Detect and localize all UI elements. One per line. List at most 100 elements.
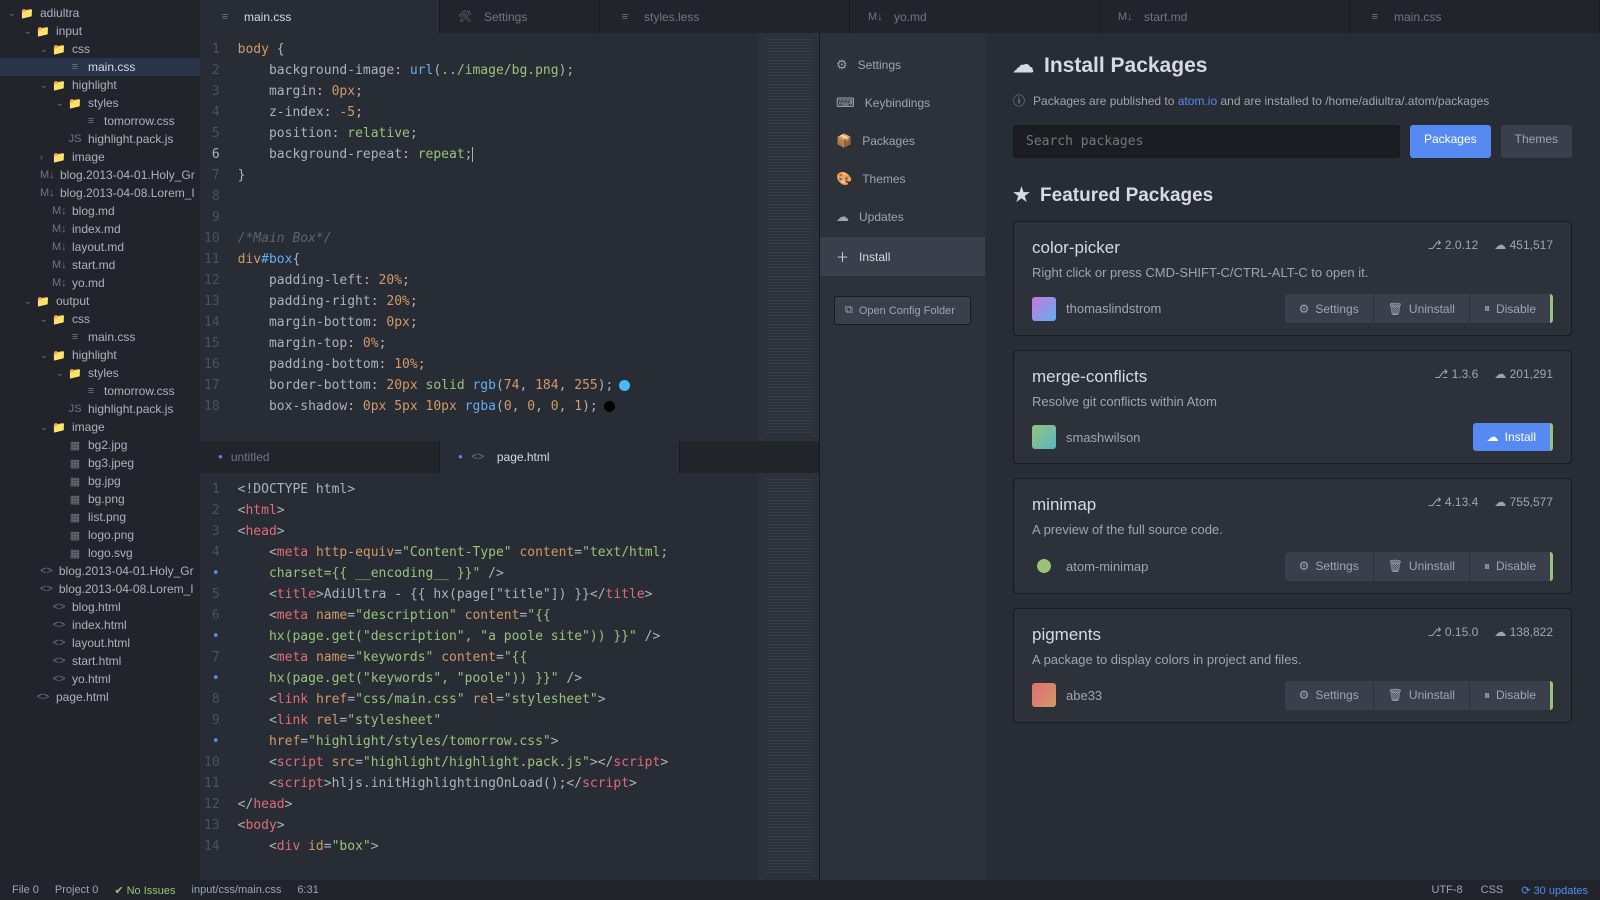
uninstall-button[interactable]: 🗑Uninstall [1374, 681, 1469, 710]
package-author[interactable]: thomaslindstrom [1032, 297, 1161, 321]
file-type-icon: M↓ [868, 11, 882, 23]
tree-file[interactable]: ≡main.css [0, 58, 200, 76]
tree-file[interactable]: <>blog.html [0, 598, 200, 616]
tree-file[interactable]: ≡tomorrow.css [0, 112, 200, 130]
settings-button[interactable]: ⚙Settings [1285, 552, 1373, 581]
tree-file[interactable]: ▦bg2.jpg [0, 436, 200, 454]
tree-file[interactable]: ▦bg.jpg [0, 472, 200, 490]
tree-item-label: blog.2013-04-08.Lorem_I [60, 186, 195, 200]
status-bar: File 0 Project 0 ✔ No Issues input/css/m… [0, 880, 1600, 900]
tree-file[interactable]: <>layout.html [0, 634, 200, 652]
tree-folder[interactable]: ⌄📁highlight [0, 76, 200, 94]
file-tree[interactable]: ⌄📁adiultra⌄📁input⌄📁css≡main.css⌄📁highlig… [0, 0, 200, 880]
settings-nav-themes[interactable]: 🎨Themes [820, 161, 985, 197]
tree-folder[interactable]: ⌄📁input [0, 22, 200, 40]
tree-file[interactable]: ▦logo.svg [0, 544, 200, 562]
chevron-icon: ⌄ [24, 26, 36, 37]
open-config-button[interactable]: ⧉Open Config Folder [834, 296, 971, 325]
status-path[interactable]: input/css/main.css [192, 884, 282, 896]
search-packages-input[interactable] [1013, 125, 1400, 158]
package-card: color-picker⎇ 2.0.12☁ 451,517Right click… [1013, 221, 1572, 336]
tab-label: Settings [484, 10, 527, 24]
tree-file[interactable]: JShighlight.pack.js [0, 400, 200, 418]
tree-file[interactable]: ▦bg3.jpeg [0, 454, 200, 472]
status-cursor-position[interactable]: 6:31 [297, 884, 318, 896]
tree-file[interactable]: M↓blog.2013-04-01.Holy_Gr [0, 166, 200, 184]
editor-main-css[interactable]: 123456789101112131415161718 body { backg… [200, 33, 819, 441]
tree-file[interactable]: M↓blog.md [0, 202, 200, 220]
tree-file[interactable]: ▦logo.png [0, 526, 200, 544]
tree-file[interactable]: <>yo.html [0, 670, 200, 688]
tree-folder[interactable]: ⌄📁styles [0, 94, 200, 112]
settings-nav-settings[interactable]: ⚙Settings [820, 47, 985, 83]
tab[interactable]: ≡main.css [1350, 0, 1600, 33]
tree-file[interactable]: <>start.html [0, 652, 200, 670]
tab[interactable]: untitled [200, 441, 440, 473]
status-language[interactable]: CSS [1481, 884, 1504, 897]
nav-label: Install [859, 250, 890, 264]
sub-tabs: untitled<>page.html [200, 441, 819, 473]
tab[interactable]: 🛠Settings [440, 0, 600, 33]
settings-nav-install[interactable]: ＋Install [820, 237, 985, 276]
disable-button[interactable]: ⏸Disable [1470, 294, 1553, 323]
settings-nav-packages[interactable]: 📦Packages [820, 123, 985, 159]
minimap[interactable] [759, 33, 819, 441]
tree-folder[interactable]: ⌄📁css [0, 40, 200, 58]
tree-folder[interactable]: ⌄📁css [0, 310, 200, 328]
status-encoding[interactable]: UTF-8 [1431, 884, 1462, 897]
tree-file[interactable]: ▦bg.png [0, 490, 200, 508]
tab[interactable]: M↓yo.md [850, 0, 1100, 33]
disable-button[interactable]: ⏸Disable [1470, 552, 1553, 581]
install-button[interactable]: ☁Install [1473, 423, 1553, 451]
package-author[interactable]: smashwilson [1032, 425, 1140, 449]
uninstall-button[interactable]: 🗑Uninstall [1374, 552, 1469, 581]
package-author[interactable]: atom-minimap [1032, 554, 1148, 578]
tree-file[interactable]: ≡tomorrow.css [0, 382, 200, 400]
minimap[interactable] [759, 473, 819, 881]
tree-file[interactable]: M↓start.md [0, 256, 200, 274]
tree-file[interactable]: ≡main.css [0, 328, 200, 346]
uninstall-button[interactable]: 🗑Uninstall [1374, 294, 1469, 323]
tree-file[interactable]: M↓blog.2013-04-08.Lorem_I [0, 184, 200, 202]
settings-nav-keybindings[interactable]: ⌨Keybindings [820, 85, 985, 121]
status-project[interactable]: Project 0 [55, 884, 98, 896]
tree-file[interactable]: <>blog.2013-04-01.Holy_Gr [0, 562, 200, 580]
settings-nav-updates[interactable]: ☁Updates [820, 199, 985, 235]
tree-folder[interactable]: ›📁image [0, 148, 200, 166]
tree-file[interactable]: M↓layout.md [0, 238, 200, 256]
tree-file[interactable]: M↓yo.md [0, 274, 200, 292]
disable-button[interactable]: ⏸Disable [1470, 681, 1553, 710]
tab[interactable]: M↓start.md [1100, 0, 1350, 33]
package-author[interactable]: abe33 [1032, 683, 1102, 707]
tree-folder[interactable]: ⌄📁output [0, 292, 200, 310]
tree-file[interactable]: ▦list.png [0, 508, 200, 526]
filter-packages-button[interactable]: Packages [1410, 125, 1491, 158]
settings-button[interactable]: ⚙Settings [1285, 681, 1373, 710]
tree-file[interactable]: JShighlight.pack.js [0, 130, 200, 148]
tree-folder[interactable]: ⌄📁image [0, 418, 200, 436]
file-icon: JS [68, 403, 82, 415]
tree-file[interactable]: <>index.html [0, 616, 200, 634]
filter-themes-button[interactable]: Themes [1501, 125, 1572, 158]
top-tabs: ≡main.css🛠Settings≡styles.lessM↓yo.mdM↓s… [200, 0, 1600, 33]
tree-folder[interactable]: ⌄📁styles [0, 364, 200, 382]
tree-folder[interactable]: ⌄📁adiultra [0, 4, 200, 22]
status-file[interactable]: File 0 [12, 884, 39, 896]
status-issues[interactable]: ✔ No Issues [114, 884, 175, 897]
tree-item-label: blog.2013-04-01.Holy_Gr [60, 168, 195, 182]
code-content[interactable]: body { background-image: url(../image/bg… [230, 33, 759, 441]
settings-button[interactable]: ⚙Settings [1285, 294, 1373, 323]
avatar [1032, 683, 1056, 707]
chevron-icon: ⌄ [40, 350, 52, 361]
tree-folder[interactable]: ⌄📁highlight [0, 346, 200, 364]
tree-file[interactable]: <>page.html [0, 688, 200, 706]
status-updates[interactable]: ⟳ 30 updates [1521, 884, 1588, 897]
tab[interactable]: <>page.html [440, 441, 680, 473]
tab[interactable]: ≡main.css [200, 0, 440, 33]
tab[interactable]: ≡styles.less [600, 0, 850, 33]
code-content[interactable]: <!DOCTYPE html> <html> <head> <meta http… [230, 473, 759, 881]
tree-file[interactable]: <>blog.2013-04-08.Lorem_I [0, 580, 200, 598]
tree-file[interactable]: M↓index.md [0, 220, 200, 238]
editor-page-html[interactable]: 1234•56•7•89•1011121314 <!DOCTYPE html> … [200, 473, 819, 881]
atom-io-link[interactable]: atom.io [1178, 94, 1217, 108]
